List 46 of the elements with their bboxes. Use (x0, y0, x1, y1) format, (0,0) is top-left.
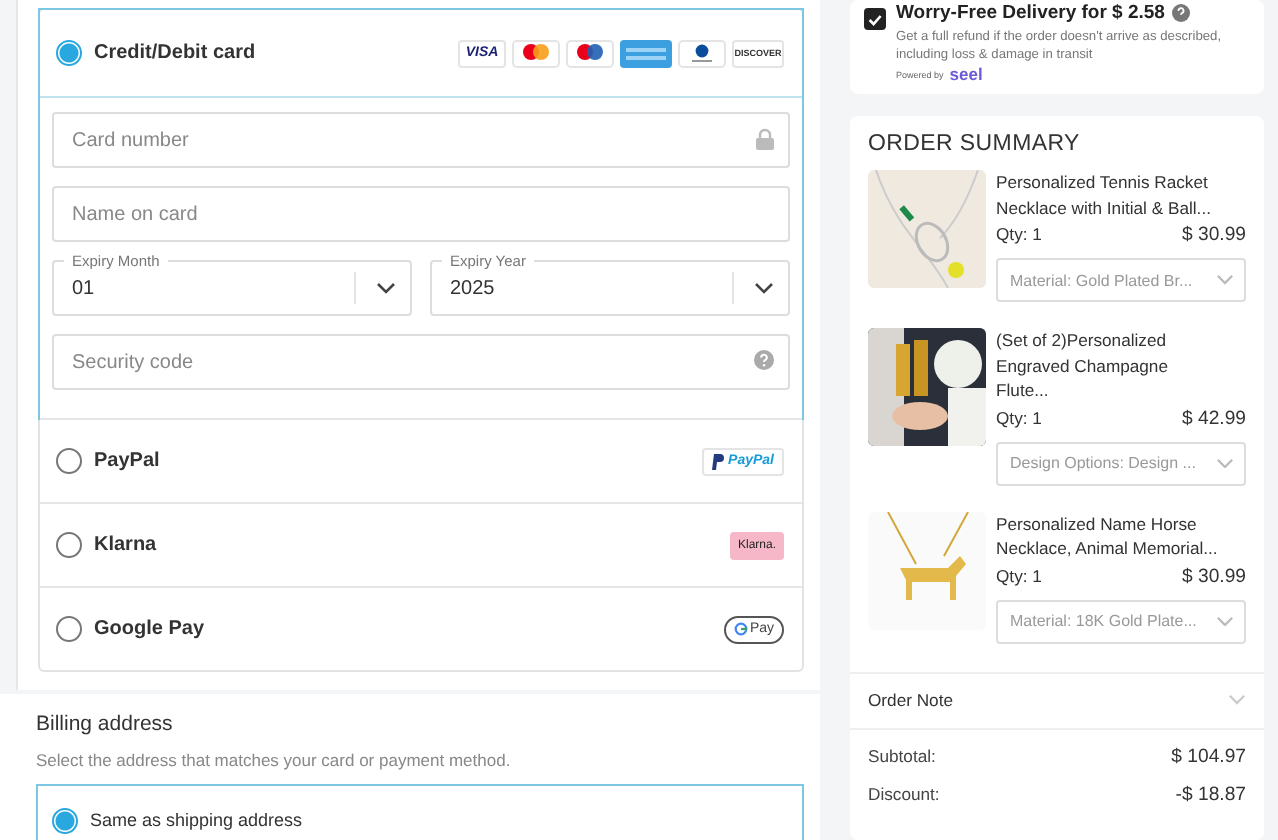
payment-method-label: Credit/Debit card (94, 42, 258, 64)
chevron-down-icon (754, 282, 774, 294)
chevron-down-icon (376, 282, 396, 294)
chevron-down-icon (1228, 694, 1246, 706)
billing-option[interactable]: Same as shipping address (36, 784, 804, 840)
total-value: -$ 18.87 (1175, 783, 1246, 805)
card-circles-logo-icon (512, 39, 560, 67)
payment-method-label: PayPal (94, 450, 162, 472)
seel-logo: seel (949, 64, 983, 84)
quantity: Qty: 1 (996, 224, 1042, 246)
delivery-title: Worry-Free Delivery for $ 2.58 (896, 2, 1165, 24)
order-summary-title: ORDER SUMMARY (866, 132, 1082, 156)
billing-hint: Select the address that matches your card or payment method. (36, 750, 513, 770)
order-note-toggle[interactable]: Order Note (850, 671, 1264, 729)
card-circles-logo-icon (566, 39, 614, 67)
chevron-down-icon (1216, 274, 1234, 286)
card-number-field[interactable]: Card number (52, 112, 790, 168)
checkbox[interactable] (864, 8, 886, 30)
quantity: Qty: 1 (996, 407, 1042, 429)
quantity: Qty: 1 (996, 565, 1042, 587)
chevron-down-icon (1216, 457, 1234, 469)
striped-card-logo-icon (620, 39, 672, 67)
round-card-logo-icon (678, 39, 726, 67)
radio-button[interactable] (56, 532, 82, 558)
product-name: Personalized Name Horse Necklace, Animal Memorial... (996, 511, 1220, 561)
security-code-field[interactable]: Security code (52, 334, 790, 390)
total-value: $ 104.97 (1171, 745, 1246, 767)
radio-button[interactable] (56, 616, 82, 642)
product-name: Personalized Tennis Racket Necklace with Initial & Ball... (996, 170, 1213, 220)
help-icon (754, 350, 774, 370)
total-label: Subtotal: (868, 745, 936, 767)
name-on-card-field[interactable]: Name on card (52, 186, 790, 242)
product-name: (Set of 2)Personalized Engraved Champagne Flute... (996, 328, 1170, 403)
payment-method-label: Klarna (94, 534, 159, 556)
price: $ 30.99 (1181, 565, 1246, 587)
radio-button[interactable] (56, 448, 82, 474)
billing-title: Billing address (36, 712, 175, 736)
radio-button[interactable] (56, 40, 82, 66)
radio-button[interactable] (52, 807, 78, 833)
payment-method-label: Google Pay (94, 618, 207, 640)
chevron-down-icon (1216, 615, 1234, 627)
price: $ 42.99 (1181, 407, 1246, 429)
total-label: Discount: (868, 783, 940, 805)
lock-icon (756, 128, 774, 150)
price: $ 30.99 (1181, 224, 1246, 246)
billing-option-label: Same as shipping address (90, 810, 303, 830)
